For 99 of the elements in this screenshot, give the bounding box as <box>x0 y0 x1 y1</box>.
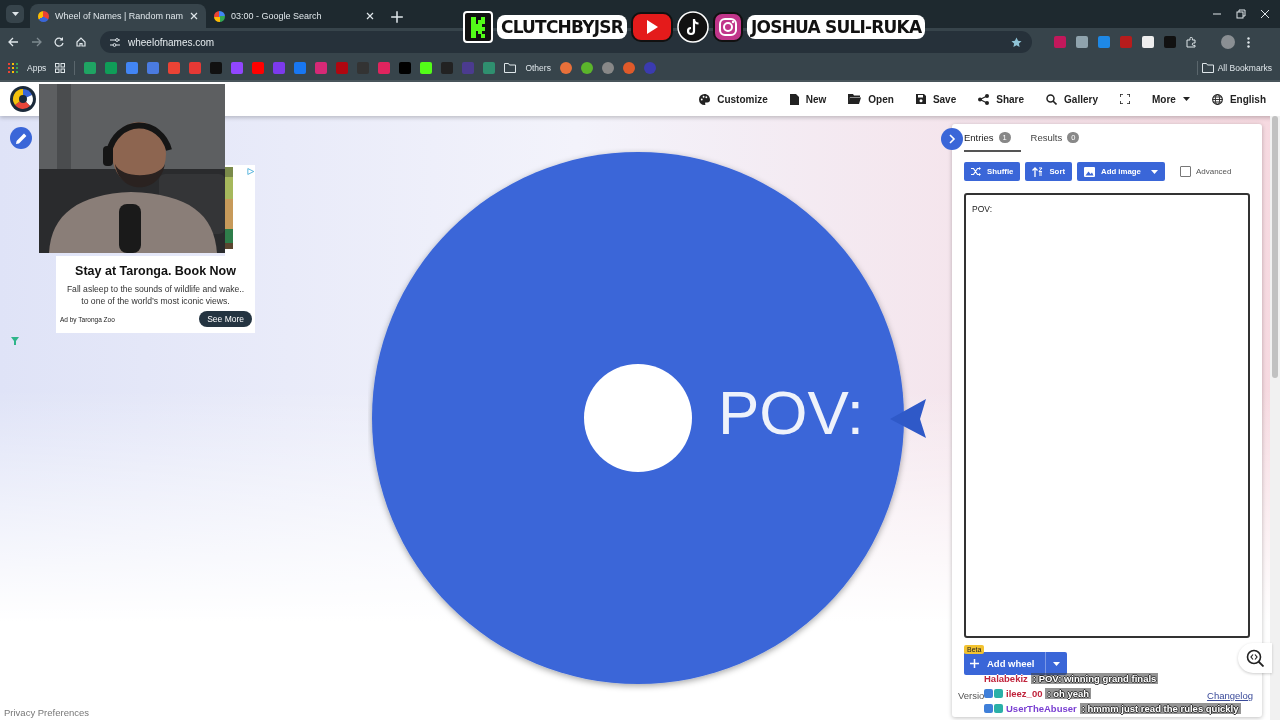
pencil-icon <box>15 132 27 144</box>
menu-button[interactable]: Gallery <box>1046 93 1098 105</box>
bookmark-icon[interactable] <box>559 62 572 74</box>
chat-message: : oh yeah <box>1045 687 1092 699</box>
home-icon[interactable] <box>76 37 86 47</box>
file-icon <box>789 93 799 105</box>
chat-username: ileez_00 <box>1006 687 1043 699</box>
apps-grid-icon <box>8 63 18 73</box>
add-wheel-button[interactable]: Add wheel <box>964 652 1045 675</box>
wheel-hub[interactable] <box>584 364 692 472</box>
wheel-pointer <box>890 399 926 438</box>
puzzle-icon[interactable] <box>1186 36 1197 48</box>
back-icon[interactable] <box>8 37 19 47</box>
kick-logo-icon <box>463 11 493 43</box>
folder-icon <box>848 94 862 104</box>
bookmark-icon[interactable] <box>84 62 97 74</box>
bookmark-folder[interactable]: Others <box>525 63 551 73</box>
entries-field[interactable]: POV: <box>964 193 1250 638</box>
extension-icon[interactable] <box>1098 36 1110 48</box>
menu-button[interactable]: More <box>1151 93 1190 105</box>
wheel-segment[interactable] <box>372 152 904 684</box>
instagram-icon <box>713 12 743 42</box>
collapse-button[interactable] <box>941 128 963 150</box>
advanced-checkbox[interactable] <box>1179 166 1191 177</box>
save-icon <box>915 94 926 104</box>
chat-message: : hmmm just read the rules quickly <box>1079 702 1241 714</box>
changelog-link[interactable]: Changelog <box>1207 690 1253 701</box>
favicon-icon <box>38 10 49 22</box>
search-icon <box>1246 649 1264 667</box>
menu-button[interactable]: Open <box>848 93 894 105</box>
wheel-label: POV: <box>718 378 864 448</box>
ad-headline: Stay at Taronga. Book Now <box>74 264 237 278</box>
caret-icon <box>11 12 19 16</box>
tab-search-button[interactable] <box>6 5 24 23</box>
globe-icon <box>1211 93 1223 105</box>
chat-username: UserTheAbuser <box>1006 702 1077 714</box>
sort-icon <box>1032 166 1044 177</box>
folder-icon[interactable] <box>504 63 517 73</box>
close-icon[interactable] <box>1260 9 1270 19</box>
image-icon <box>1084 166 1096 177</box>
menu-button[interactable]: Save <box>915 93 957 105</box>
caret-icon <box>1150 170 1158 174</box>
version-text: Versio <box>958 690 985 701</box>
find-code-button[interactable] <box>1238 643 1272 673</box>
ad-description: Fall asleep to the sounds of wildlife and wake.. to one of the world’s most iconic views. <box>65 284 246 308</box>
bookmark-link[interactable]: Apps <box>27 63 47 73</box>
see-more-button[interactable]: See More <box>199 311 252 328</box>
filter-icon <box>11 337 19 345</box>
add-wheel-menu-button[interactable] <box>1044 652 1067 675</box>
menu-button[interactable]: New <box>789 93 827 105</box>
caret-icon <box>1052 661 1060 666</box>
youtube-icon <box>631 11 673 43</box>
privacy-link[interactable]: Privacy Preferences <box>4 707 260 718</box>
chat-message: : POV: winning grand finals <box>1030 672 1159 684</box>
forward-icon[interactable] <box>31 37 42 47</box>
site-settings-icon[interactable] <box>110 37 120 47</box>
chat-username: Halabekiz <box>984 672 1028 684</box>
channel-name: CLUTCHBYJSR <box>497 15 627 39</box>
folder-icon[interactable] <box>1201 63 1214 73</box>
extension-icon[interactable] <box>1142 36 1154 48</box>
chat-badges-icon <box>984 703 1003 713</box>
tab-groups-icon[interactable] <box>55 63 66 73</box>
kebab-menu-icon[interactable] <box>1247 36 1250 48</box>
chat-badges-icon <box>984 688 1003 698</box>
restore-icon[interactable] <box>1236 9 1246 19</box>
ad-image-strip[interactable] <box>225 165 255 256</box>
edit-button[interactable] <box>10 127 32 149</box>
extension-icon[interactable] <box>1054 36 1066 48</box>
ad-choices-icon[interactable] <box>247 167 255 176</box>
chevron-icon <box>948 134 956 144</box>
reload-icon[interactable] <box>54 37 64 47</box>
plus-icon <box>970 659 979 668</box>
shuffle-icon <box>971 167 981 176</box>
caret-icon <box>1182 97 1190 101</box>
share-icon <box>978 93 990 105</box>
all-bookmarks-link[interactable]: All Bookmarks <box>1217 63 1272 73</box>
extension-icon[interactable] <box>1076 36 1088 48</box>
menu-button[interactable]: English <box>1211 93 1266 105</box>
close-icon[interactable] <box>366 12 374 20</box>
browser-tab[interactable]: 03:00 - Google Search <box>206 4 382 28</box>
star-icon[interactable] <box>1011 36 1022 48</box>
new-tab-icon[interactable] <box>390 10 404 24</box>
search-icon <box>1046 93 1058 105</box>
browser-tab[interactable]: Wheel of Names | Random nam <box>30 4 206 28</box>
fullscreen-button[interactable] <box>1119 94 1130 104</box>
tiktok-icon <box>677 11 709 43</box>
wheel-logo-icon <box>10 86 36 112</box>
menu-button[interactable]: Customize <box>699 93 768 105</box>
close-icon[interactable] <box>190 12 198 20</box>
checkbox-label: Advanced <box>1195 167 1232 176</box>
channel-name: JOSHUA SULI-RUKA <box>747 15 926 39</box>
fullscreen-icon <box>1119 94 1130 104</box>
scrollbar-thumb[interactable] <box>1272 116 1278 378</box>
bookmark-icon[interactable] <box>580 62 593 74</box>
favicon-icon <box>214 10 225 22</box>
profile-avatar[interactable] <box>1221 35 1235 49</box>
menu-button[interactable]: Share <box>978 93 1025 105</box>
bookmark-icon[interactable] <box>420 62 433 74</box>
palette-icon <box>699 93 711 105</box>
